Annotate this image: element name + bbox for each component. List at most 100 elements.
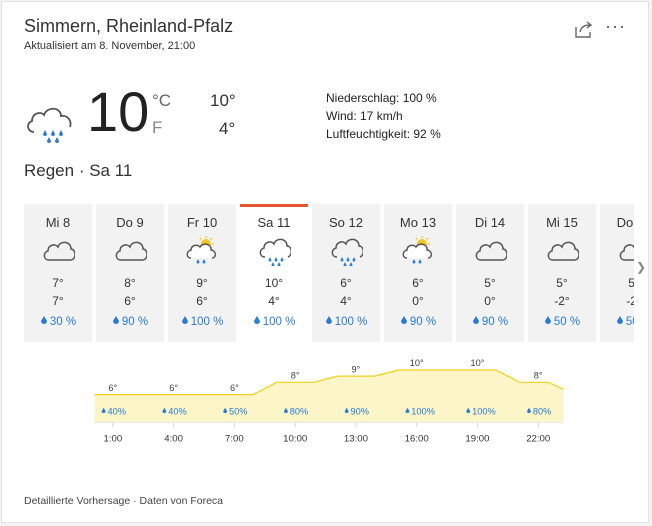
day-high: 5°	[484, 276, 496, 290]
day-precip-value: 100 %	[262, 316, 296, 328]
day-high: 5°	[556, 276, 568, 290]
cloud-icon	[475, 241, 507, 261]
weather-card: Simmern, Rheinland-Pfalz Aktualisiert am…	[1, 1, 649, 523]
day-high: 10°	[264, 276, 284, 290]
scroll-right-icon[interactable]: ❯	[636, 260, 646, 274]
day-precip-value: 100 %	[334, 316, 368, 328]
day-tile[interactable]: Do 9 8° 6° 90 %	[96, 204, 164, 342]
cloud-icon	[115, 241, 147, 261]
temp-label: 6°	[108, 383, 117, 393]
day-high: 8°	[124, 276, 136, 290]
day-tile[interactable]: Mo 13 6° 0° 90 %	[384, 204, 452, 342]
day-precip-value: 50 %	[553, 316, 581, 328]
day-low: 6°	[124, 294, 136, 308]
day-precip: 100 %	[312, 316, 380, 328]
cloud-icon	[547, 241, 579, 261]
rain-cloud-icon	[331, 238, 363, 266]
day-precip-value: 100 %	[190, 316, 224, 328]
day-name: Mi 8	[45, 215, 71, 230]
day-low: -2°	[554, 294, 570, 308]
day-high: 7°	[52, 276, 64, 290]
day-high: 6°	[340, 276, 352, 290]
day-tile[interactable]: Do 16 5° -2° 50 %	[600, 204, 634, 342]
sun-cloud-rain-icon	[186, 236, 216, 264]
temp-label: 10°	[410, 358, 424, 368]
day-precip: 30 %	[24, 316, 92, 328]
precip-value: 100%	[472, 407, 496, 417]
day-name: So 12	[329, 215, 363, 230]
day-precip: 50 %	[528, 316, 596, 328]
wind-detail: Wind: 17 km/h	[326, 109, 403, 123]
day-tile[interactable]: Sa 11 10° 4° 100 %	[240, 204, 308, 342]
sun-cloud-rain-icon	[402, 236, 432, 264]
day-name: Do 16	[616, 215, 634, 230]
day-precip: 50 %	[600, 316, 634, 328]
day-precip-value: 30 %	[49, 316, 77, 328]
raindrop-icon	[181, 316, 188, 324]
temp-label: 8°	[291, 370, 300, 380]
x-tick-label: 10:00	[283, 434, 307, 445]
day-precip: 90 %	[96, 316, 164, 328]
humidity-detail: Luftfeuchtigkeit: 92 %	[326, 127, 441, 141]
raindrop-icon	[472, 316, 479, 324]
rain-cloud-icon	[259, 238, 291, 266]
raindrop-icon	[400, 316, 407, 324]
cloud-icon	[43, 241, 75, 261]
day-tile[interactable]: Mi 15 5° -2° 50 %	[528, 204, 596, 342]
rain-cloud-icon	[27, 107, 72, 143]
day-precip: 90 %	[384, 316, 452, 328]
day-low: 6°	[196, 294, 208, 308]
footer-text[interactable]: Detaillierte Vorhersage · Daten von Fore…	[24, 495, 223, 507]
share-icon[interactable]	[573, 18, 595, 40]
day-low: 0°	[484, 294, 496, 308]
location-title[interactable]: Simmern, Rheinland-Pfalz	[24, 16, 233, 37]
x-tick-label: 22:00	[526, 434, 550, 445]
precip-value: 40%	[168, 407, 186, 417]
raindrop-icon	[40, 316, 47, 324]
day-high: 5°	[600, 276, 634, 290]
day-tile[interactable]: Di 14 5° 0° 90 %	[456, 204, 524, 342]
day-tile[interactable]: Mi 8 7° 7° 30 %	[24, 204, 92, 342]
day-name: Di 14	[474, 215, 506, 230]
unit-fahrenheit-toggle[interactable]: F	[152, 118, 162, 138]
day-tile[interactable]: Fr 10 9° 6° 100 %	[168, 204, 236, 342]
x-tick-label: 1:00	[103, 434, 122, 445]
current-temperature: 10	[87, 80, 150, 143]
day-precip: 100 %	[240, 316, 308, 328]
more-options-button[interactable]: ···	[605, 16, 626, 37]
x-tick-label: 4:00	[164, 434, 183, 445]
x-tick-label: 19:00	[465, 434, 489, 445]
day-tile[interactable]: So 12 6° 4° 100 %	[312, 204, 380, 342]
day-precip-value: 90 %	[481, 316, 509, 328]
unit-celsius-toggle[interactable]: °C	[152, 91, 171, 111]
raindrop-icon	[325, 316, 332, 324]
temp-label: 6°	[169, 383, 178, 393]
daily-forecast-strip: Mi 8 7° 7° 30 % Do 9 8° 6° 90 % Fr 10 9° 6° 100 % Sa…	[24, 204, 634, 344]
day-precip-value: 90 %	[409, 316, 437, 328]
raindrop-icon	[544, 316, 551, 324]
day-name: Mo 13	[399, 215, 437, 230]
temp-label: 8°	[534, 370, 543, 380]
precip-value: 100%	[411, 407, 435, 417]
temp-label: 9°	[352, 364, 361, 374]
x-tick-label: 7:00	[225, 434, 244, 445]
day-low: 7°	[52, 294, 64, 308]
raindrop-icon	[253, 316, 260, 324]
day-precip-value: 50 %	[625, 316, 634, 328]
day-precip: 100 %	[168, 316, 236, 328]
day-name: Do 9	[116, 215, 144, 230]
day-name: Mi 15	[546, 215, 578, 230]
low-temperature: 4°	[219, 119, 236, 138]
day-precip: 90 %	[456, 316, 524, 328]
day-precip-value: 90 %	[121, 316, 149, 328]
condition-label: Regen · Sa 11	[24, 161, 133, 180]
x-tick-label: 13:00	[344, 434, 368, 445]
raindrop-icon	[616, 316, 623, 324]
raindrop-icon	[112, 316, 119, 324]
day-low: 4°	[268, 294, 280, 308]
day-low: 0°	[412, 294, 424, 308]
temp-label: 10°	[470, 358, 484, 368]
hourly-chart: 6° 40% 1:00 6° 40% 4:00 6° 50% 7:00 8° 80% 10:00 9° 9…	[94, 358, 564, 445]
precip-value: 50%	[229, 407, 247, 417]
precip-value: 80%	[290, 407, 308, 417]
